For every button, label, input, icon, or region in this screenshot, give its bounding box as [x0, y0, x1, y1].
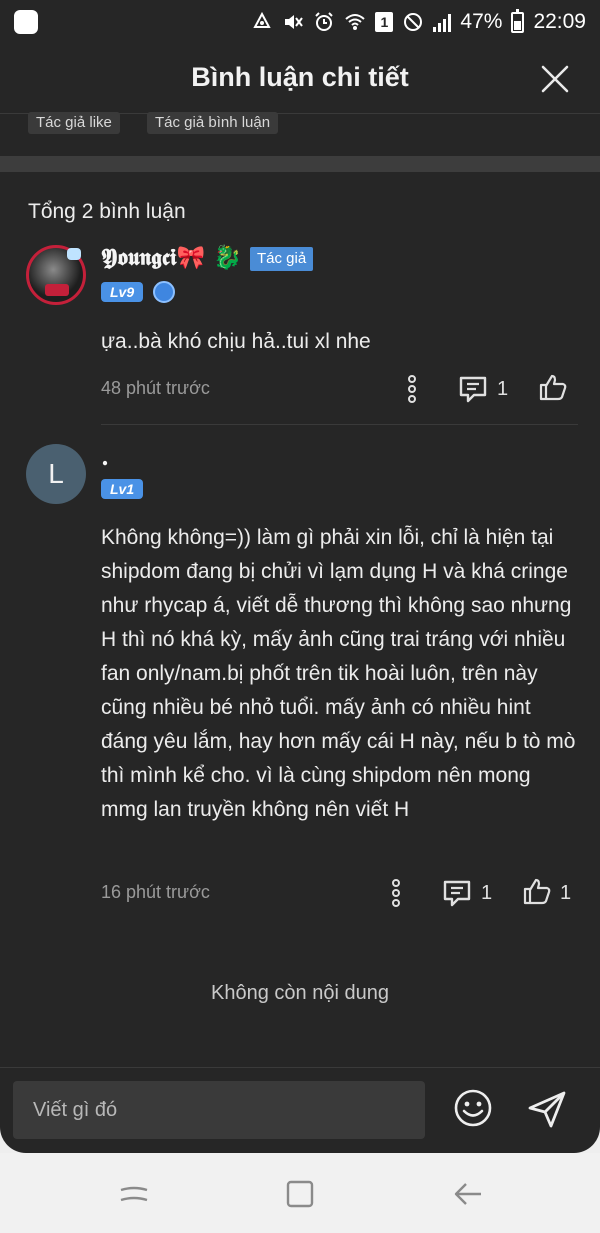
sim-badge-icon: 1 — [375, 12, 394, 32]
comment-separator — [101, 424, 578, 425]
like-count: 1 — [560, 882, 572, 904]
signal-icon — [433, 12, 452, 32]
end-of-content: Không còn nội dung — [211, 982, 389, 1004]
username[interactable]: 𝖄𝖔𝖚𝖓𝖌𝖈𝖎🎀 🐉 — [101, 244, 242, 271]
comment-composer — [0, 1067, 600, 1153]
reply-icon[interactable] — [458, 374, 488, 404]
avatar[interactable]: L — [26, 444, 86, 504]
username[interactable]: . — [101, 444, 109, 471]
do-not-disturb-icon — [404, 13, 423, 31]
section-divider — [0, 156, 600, 172]
mute-icon — [285, 15, 304, 29]
more-options-icon[interactable] — [381, 878, 411, 908]
close-icon[interactable] — [540, 64, 570, 94]
more-options-icon[interactable] — [397, 374, 427, 404]
phone-screen: 1 47% 22:09 Bình luận chi tiết Tác giả l… — [0, 0, 600, 1233]
app-square-icon — [14, 10, 38, 34]
comment-input[interactable] — [13, 1081, 425, 1139]
filter-chips: Tác giả like Tác giả bình luận — [0, 112, 600, 156]
clock: 22:09 — [533, 10, 586, 33]
back-icon[interactable] — [451, 1177, 485, 1211]
send-icon[interactable] — [526, 1088, 568, 1130]
header: Bình luận chi tiết — [0, 44, 600, 114]
comment-text: ựa..bà khó chịu hả..tui xl nhe — [101, 330, 371, 353]
alarm-icon — [315, 12, 334, 31]
comment-time: 16 phút trước — [101, 882, 210, 902]
comment-text: Không không=)) làm gì phải xin lỗi, chỉ … — [101, 526, 576, 821]
level-badge: Lv1 — [101, 479, 144, 499]
like-icon[interactable] — [538, 372, 568, 402]
shield-badge-icon — [153, 281, 175, 303]
chip-author-replied[interactable]: Tác giả bình luận — [147, 112, 279, 134]
comment-total: Tổng 2 bình luận — [28, 200, 186, 223]
battery-percent: 47% — [460, 10, 503, 33]
avatar-decoration-icon — [67, 248, 81, 260]
home-icon[interactable] — [283, 1177, 317, 1211]
level-badge: Lv9 — [101, 282, 144, 302]
status-right: 1 47% 22:09 — [251, 8, 586, 34]
comments-section: Tổng 2 bình luận 𝖄𝖔𝖚𝖓𝖌𝖈𝖎🎀 🐉 Tác giả Lv9 … — [0, 172, 600, 1067]
status-left — [14, 10, 38, 34]
recent-apps-icon[interactable] — [117, 1177, 151, 1211]
battery-icon — [511, 8, 525, 33]
page-title: Bình luận chi tiết — [191, 62, 409, 92]
reply-icon[interactable] — [442, 878, 472, 908]
reply-count: 1 — [497, 378, 509, 400]
reply-count: 1 — [481, 882, 493, 904]
like-icon[interactable] — [522, 876, 552, 906]
author-tag: Tác giả — [250, 247, 314, 271]
smiley-icon[interactable] — [453, 1088, 493, 1128]
recycle-icon — [253, 11, 272, 28]
wifi-icon — [345, 14, 366, 30]
comment-time: 48 phút trước — [101, 378, 210, 398]
status-bar: 1 47% 22:09 — [0, 0, 600, 44]
chip-author-liked[interactable]: Tác giả like — [28, 112, 120, 134]
system-nav-bar — [0, 1153, 600, 1233]
